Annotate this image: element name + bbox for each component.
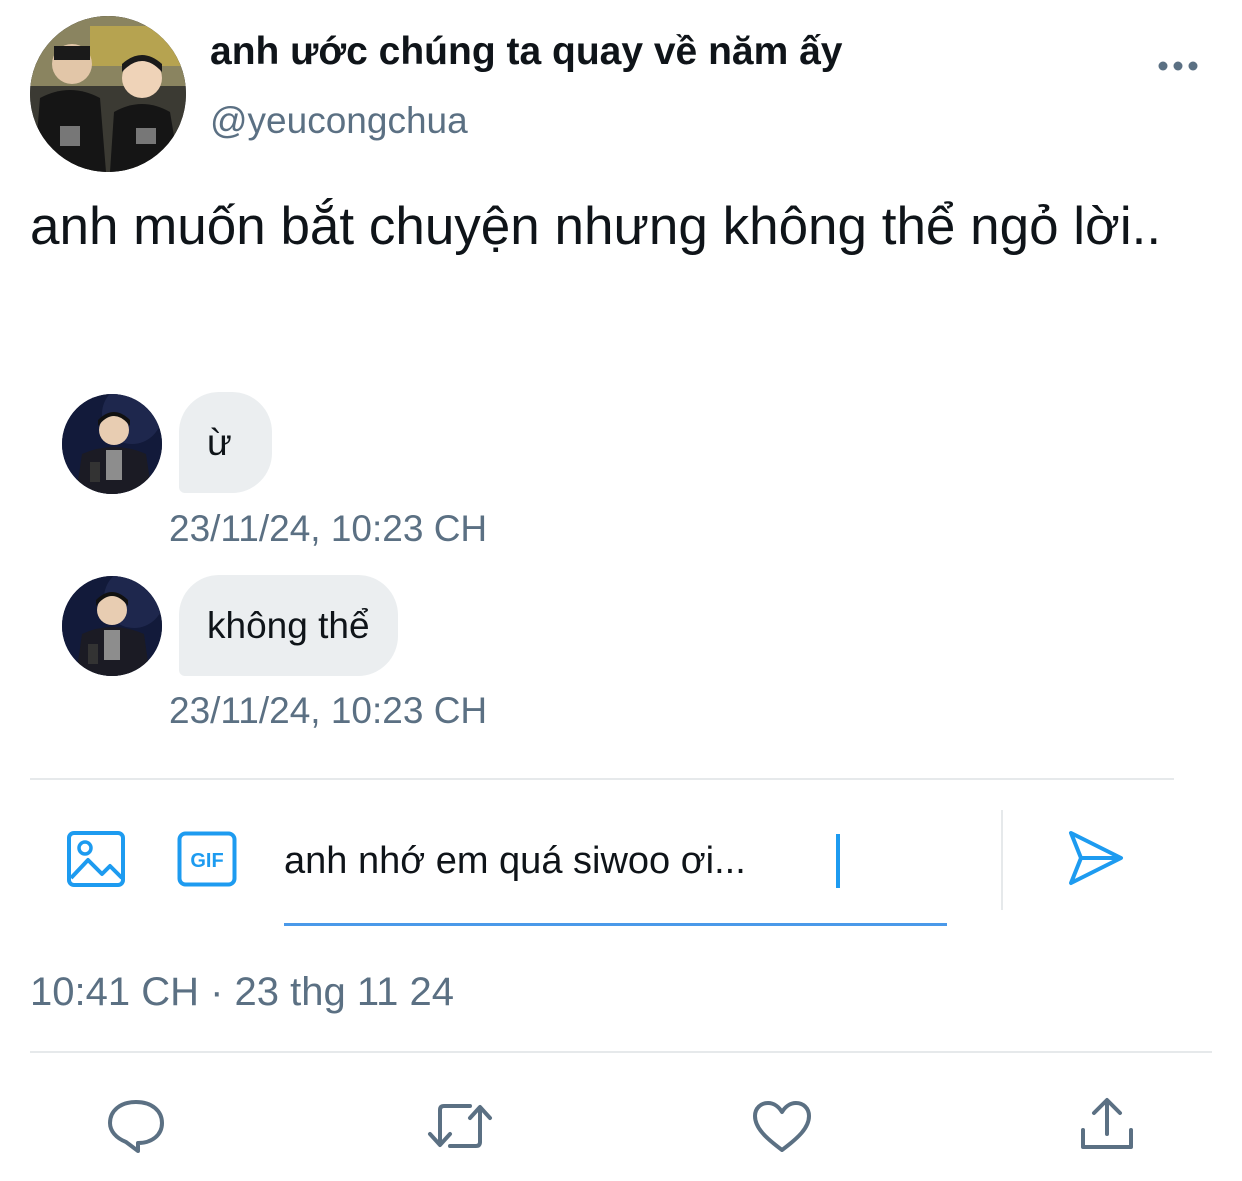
composer-separator — [1001, 810, 1003, 910]
message-avatar[interactable] — [62, 394, 162, 494]
send-icon — [1069, 831, 1123, 885]
more-icon — [1158, 61, 1198, 71]
text-caret — [836, 834, 840, 888]
message-text: ừ — [207, 421, 232, 463]
message-bubble[interactable]: ừ — [179, 392, 272, 493]
divider — [30, 1051, 1212, 1053]
avatar-photo — [30, 16, 186, 172]
gif-icon: GIF — [177, 831, 237, 887]
divider — [30, 778, 1174, 780]
send-button[interactable] — [1067, 828, 1125, 888]
add-image-button[interactable] — [66, 830, 126, 888]
input-underline — [284, 923, 947, 926]
share-icon — [1081, 1098, 1133, 1149]
message-input[interactable] — [284, 830, 947, 892]
avatar[interactable] — [30, 16, 186, 172]
user-handle[interactable]: @yeucongchua — [210, 100, 468, 142]
retweet-button[interactable] — [426, 1100, 494, 1152]
reply-icon — [108, 1100, 164, 1153]
tweet-text: anh muốn bắt chuyện nhưng không thể ngỏ … — [30, 197, 1162, 256]
message-bubble[interactable]: không thể — [179, 575, 398, 676]
message-avatar-photo — [62, 394, 162, 494]
gif-label: GIF — [190, 850, 223, 872]
heart-icon — [753, 1101, 811, 1152]
reply-button[interactable] — [106, 1098, 166, 1154]
message-timestamp: 23/11/24, 10:23 CH — [169, 690, 488, 731]
add-gif-button[interactable]: GIF — [177, 831, 237, 887]
post-timestamp: 10:41 CH · 23 thg 11 24 — [30, 970, 454, 1014]
message-text: không thể — [207, 604, 370, 646]
image-icon — [67, 831, 125, 887]
message-avatar[interactable] — [62, 576, 162, 676]
message-avatar-photo — [62, 576, 162, 676]
more-options-button[interactable] — [1156, 54, 1200, 78]
message-timestamp: 23/11/24, 10:23 CH — [169, 508, 488, 549]
share-button[interactable] — [1078, 1096, 1136, 1152]
retweet-icon — [428, 1104, 492, 1148]
display-name[interactable]: anh ước chúng ta quay về năm ấy — [210, 30, 842, 74]
like-button[interactable] — [752, 1100, 812, 1154]
